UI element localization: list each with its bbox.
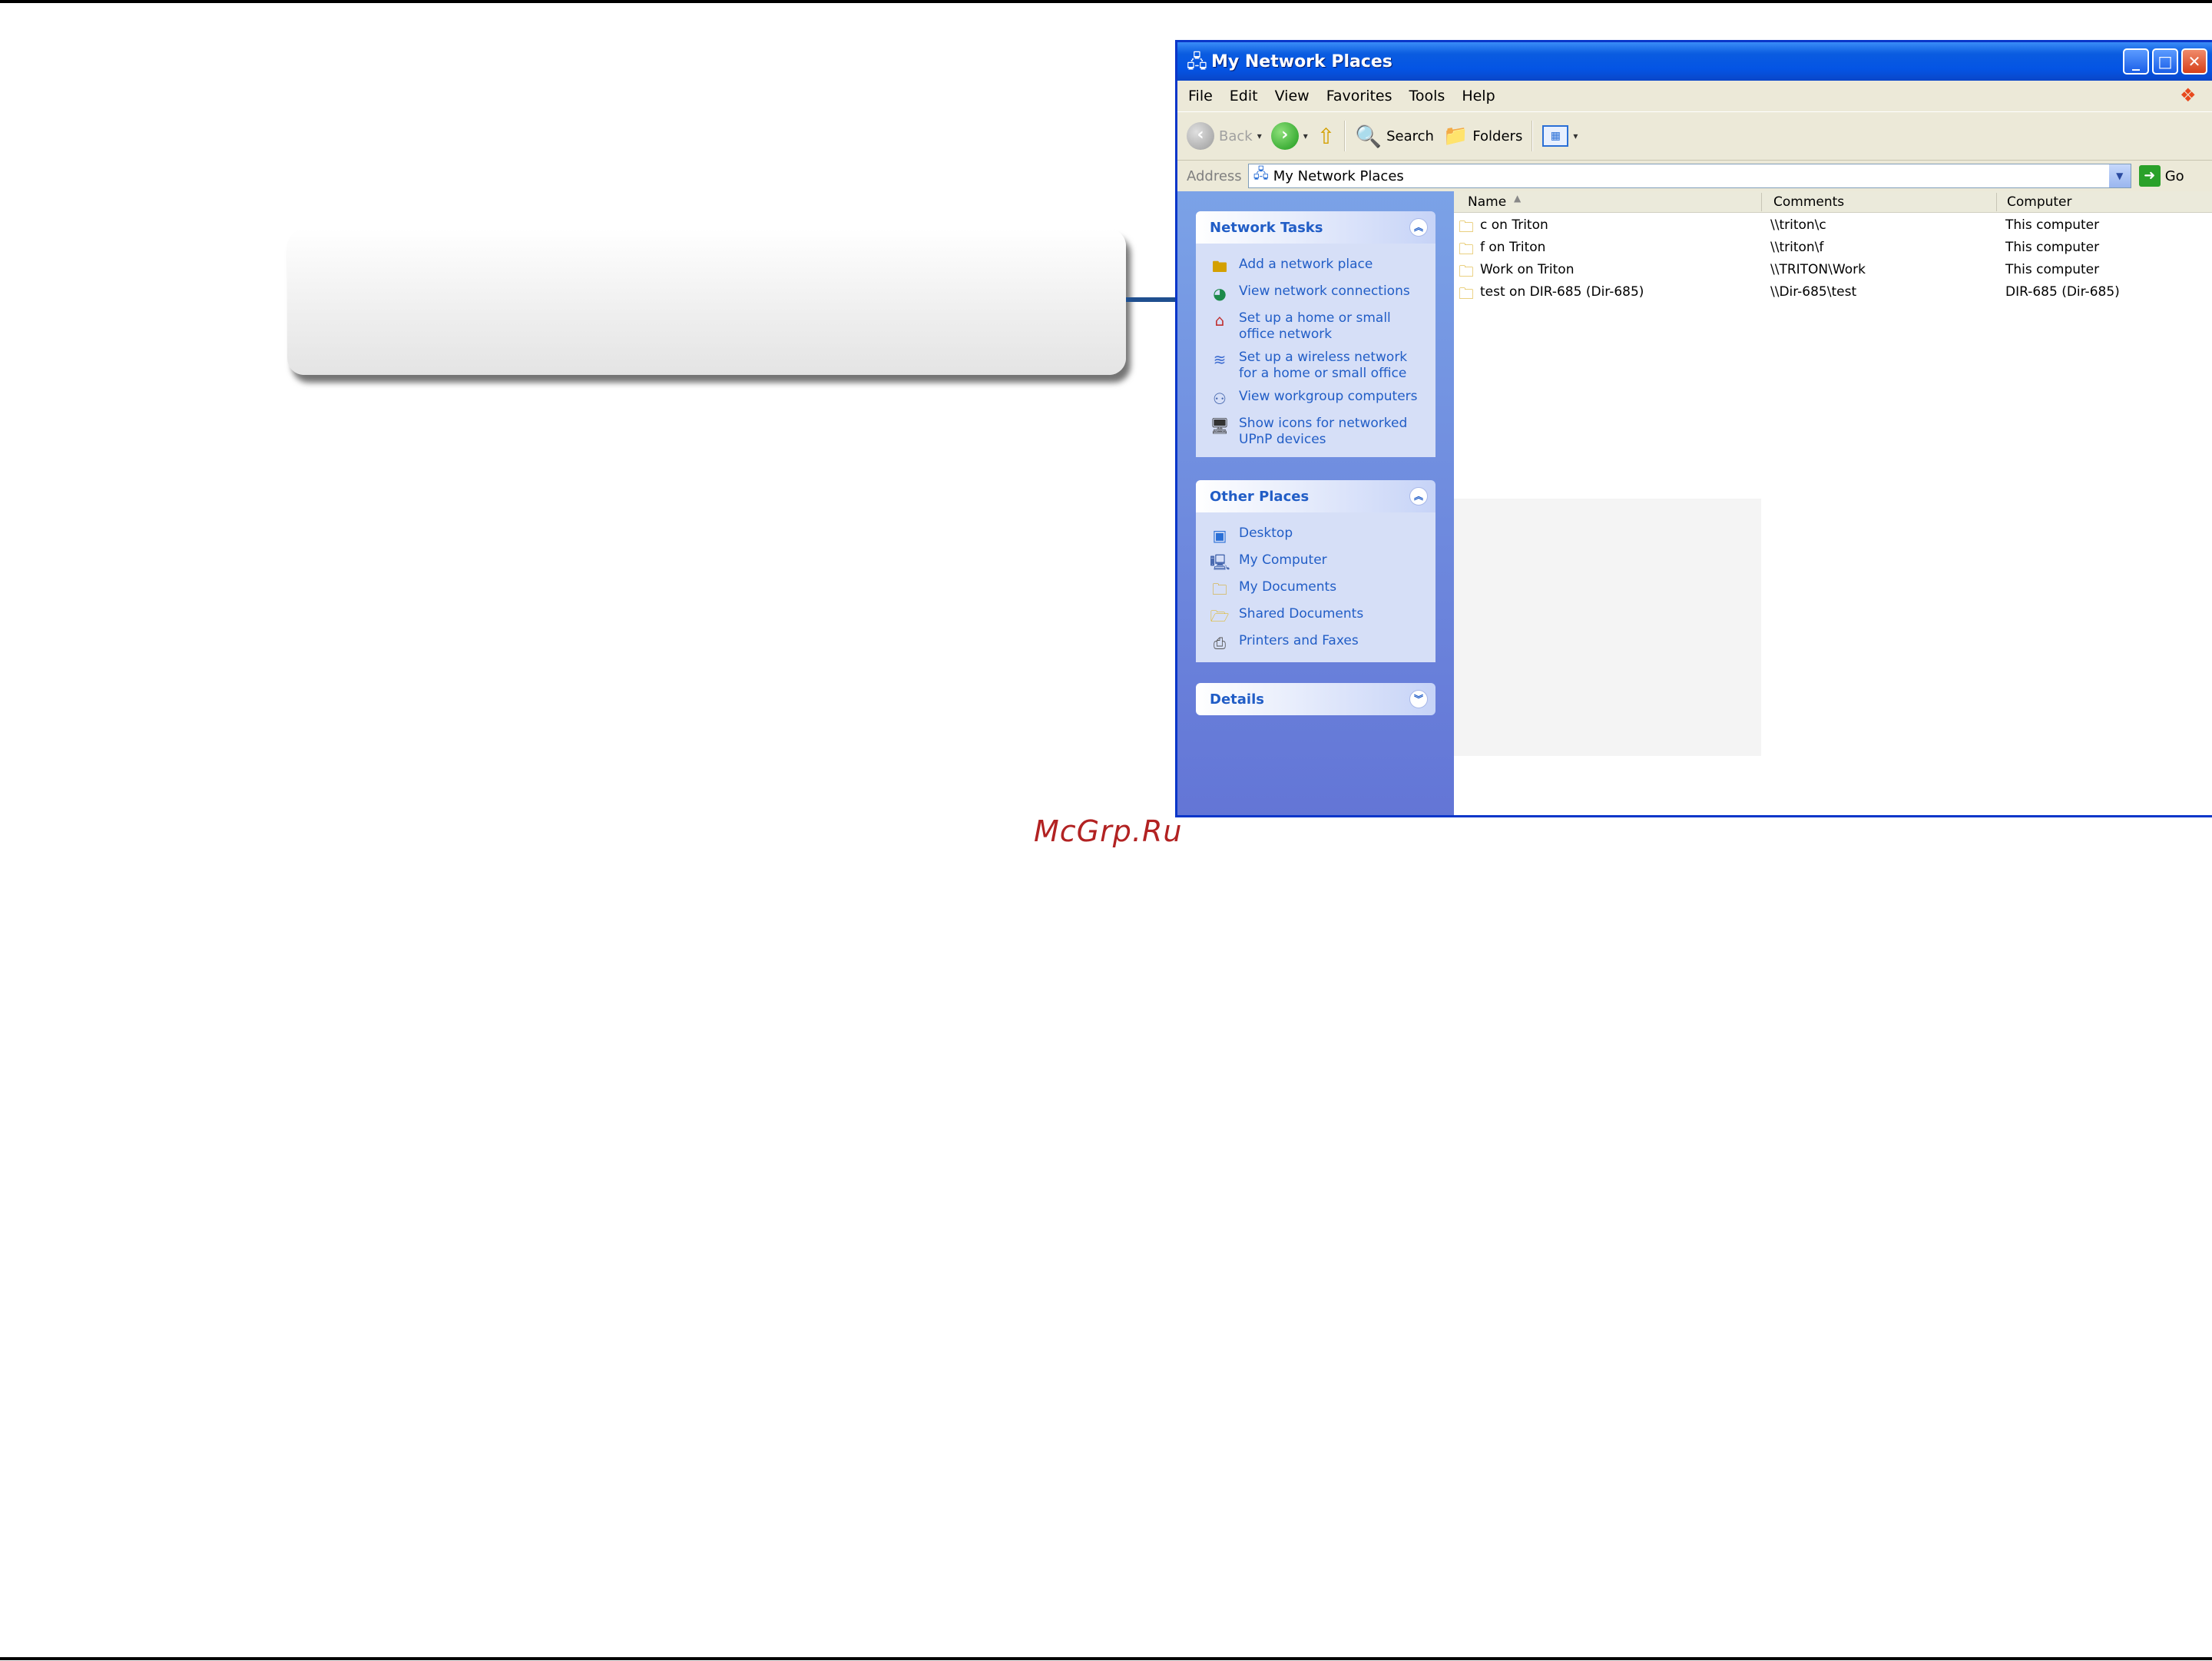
network-tasks-panel: Network Tasks ︽ 🖿 Add a network place ◕ … <box>1196 211 1435 457</box>
chevron-down-icon: ▾ <box>1257 131 1262 141</box>
callout-box <box>287 229 1126 375</box>
minimize-button[interactable]: _ <box>2123 48 2149 75</box>
column-computer[interactable]: Computer <box>2007 194 2072 210</box>
windows-logo-icon: ❖ <box>2180 85 2197 106</box>
maximize-button[interactable]: □ <box>2152 48 2178 75</box>
back-arrow-icon: ‹ <box>1187 122 1214 150</box>
folder-icon: 📁 <box>1442 124 1469 148</box>
task-view-network-connections[interactable]: ◕ View network connections <box>1210 283 1428 303</box>
place-my-computer[interactable]: 🖳 My Computer <box>1210 552 1428 572</box>
views-icon: ▦ <box>1542 125 1569 147</box>
task-upnp-devices[interactable]: 🖥 Show icons for networked UPnP devices <box>1210 416 1428 448</box>
title-bar[interactable]: 🖧 My Network Places _ □ ✕ <box>1177 42 2212 81</box>
address-bar: Address 🖧 My Network Places ▼ ➜ Go <box>1177 161 2212 191</box>
list-item[interactable]: 🗀 c on Triton \\triton\c This computer <box>1454 214 2212 237</box>
details-header[interactable]: Details ︾ <box>1196 683 1435 715</box>
task-add-network-place[interactable]: 🖿 Add a network place <box>1210 257 1428 277</box>
task-pane: Network Tasks ︽ 🖿 Add a network place ◕ … <box>1177 191 1454 815</box>
place-desktop[interactable]: ▣ Desktop <box>1210 525 1428 545</box>
column-comments[interactable]: Comments <box>1773 194 1844 210</box>
search-icon: 🔍 <box>1355 123 1382 149</box>
address-value: My Network Places <box>1273 167 1404 184</box>
network-share-icon: 🗀 <box>1459 284 1474 303</box>
up-folder-button[interactable]: ⇧ <box>1317 124 1335 149</box>
close-button[interactable]: ✕ <box>2181 48 2207 75</box>
forward-arrow-icon: › <box>1270 122 1299 150</box>
upnp-icon: 🖥 <box>1210 416 1230 435</box>
menu-view[interactable]: View <box>1275 88 1310 104</box>
address-label: Address <box>1187 167 1242 184</box>
place-printers-faxes[interactable]: ⎙ Printers and Faxes <box>1210 633 1428 653</box>
go-arrow-icon: ➜ <box>2138 165 2161 187</box>
menu-bar: File Edit View Favorites Tools Help ❖ <box>1177 81 2212 111</box>
computer-icon: 🖳 <box>1210 553 1230 572</box>
watermark: McGrp.Ru <box>1034 814 1183 848</box>
printer-icon: ⎙ <box>1214 634 1226 652</box>
network-place-icon: 🖿 <box>1212 257 1227 276</box>
search-button[interactable]: 🔍 Search <box>1355 124 1434 149</box>
collapse-icon[interactable]: ︽ <box>1409 218 1428 237</box>
place-shared-documents[interactable]: 🗁 Shared Documents <box>1210 606 1428 626</box>
back-button[interactable]: ‹ Back ▾ <box>1187 122 1262 150</box>
documents-icon: 🗀 <box>1212 580 1227 598</box>
go-button[interactable]: ➜ Go <box>2138 165 2184 187</box>
menu-edit[interactable]: Edit <box>1230 88 1258 104</box>
toolbar-separator <box>1532 121 1534 151</box>
home-network-icon: ⌂ <box>1214 311 1225 330</box>
file-list: Name ▲ Comments Computer 🗀 c on Triton \… <box>1454 191 2212 815</box>
chevron-down-icon[interactable]: ▼ <box>2108 164 2131 187</box>
folder-icon: 🗁 <box>1210 607 1230 625</box>
folders-button[interactable]: 📁 Folders <box>1443 124 1522 148</box>
list-item[interactable]: 🗀 Work on Triton \\TRITON\Work This comp… <box>1454 259 2212 281</box>
forward-button[interactable]: › ▾ <box>1270 122 1308 150</box>
menu-help[interactable]: Help <box>1462 88 1495 104</box>
background-panel <box>1454 499 1761 756</box>
network-places-icon: 🖧 <box>1253 166 1269 182</box>
expand-icon[interactable]: ︾ <box>1409 690 1428 708</box>
column-name[interactable]: Name <box>1468 194 1506 210</box>
toolbar-separator <box>1344 121 1346 151</box>
other-places-panel: Other Places ︽ ▣ Desktop 🖳 My Computer 🗀… <box>1196 480 1435 662</box>
list-item[interactable]: 🗀 test on DIR-685 (Dir-685) \\Dir-685\te… <box>1454 281 2212 303</box>
task-home-network[interactable]: ⌂ Set up a home or small office network <box>1210 310 1428 343</box>
network-connections-icon: ◕ <box>1213 284 1227 303</box>
menu-file[interactable]: File <box>1188 88 1213 104</box>
task-workgroup-computers[interactable]: ⚇ View workgroup computers <box>1210 389 1428 409</box>
column-headers: Name ▲ Comments Computer <box>1454 191 2212 213</box>
bottom-rule <box>0 1657 2212 1660</box>
network-places-icon: 🖧 <box>1187 51 1207 72</box>
chevron-down-icon: ▾ <box>1573 131 1578 141</box>
top-rule <box>0 0 2212 3</box>
details-panel: Details ︾ <box>1196 683 1435 715</box>
other-places-header[interactable]: Other Places ︽ <box>1196 480 1435 512</box>
window-title: My Network Places <box>1211 51 1392 71</box>
up-folder-icon: ⇧ <box>1316 123 1336 149</box>
workgroup-icon: ⚇ <box>1213 390 1227 408</box>
wireless-icon: ≋ <box>1213 350 1227 369</box>
task-wireless-network[interactable]: ≋ Set up a wireless network for a home o… <box>1210 350 1428 382</box>
toolbar: ‹ Back ▾ › ▾ ⇧ 🔍 Search 📁 Folders ▦ ▾ <box>1177 111 2212 161</box>
list-item[interactable]: 🗀 f on Triton \\triton\f This computer <box>1454 237 2212 259</box>
menu-favorites[interactable]: Favorites <box>1326 88 1392 104</box>
sort-ascending-icon: ▲ <box>1514 193 1522 204</box>
desktop-icon: ▣ <box>1212 526 1227 545</box>
menu-tools[interactable]: Tools <box>1409 88 1445 104</box>
place-my-documents[interactable]: 🗀 My Documents <box>1210 579 1428 599</box>
explorer-window: 🖧 My Network Places _ □ ✕ File Edit View… <box>1175 40 2212 817</box>
collapse-icon[interactable]: ︽ <box>1409 487 1428 506</box>
views-button[interactable]: ▦ ▾ <box>1542 125 1578 147</box>
address-field[interactable]: 🖧 My Network Places ▼ <box>1247 164 2131 188</box>
network-tasks-header[interactable]: Network Tasks ︽ <box>1196 211 1435 244</box>
chevron-down-icon: ▾ <box>1303 131 1308 141</box>
